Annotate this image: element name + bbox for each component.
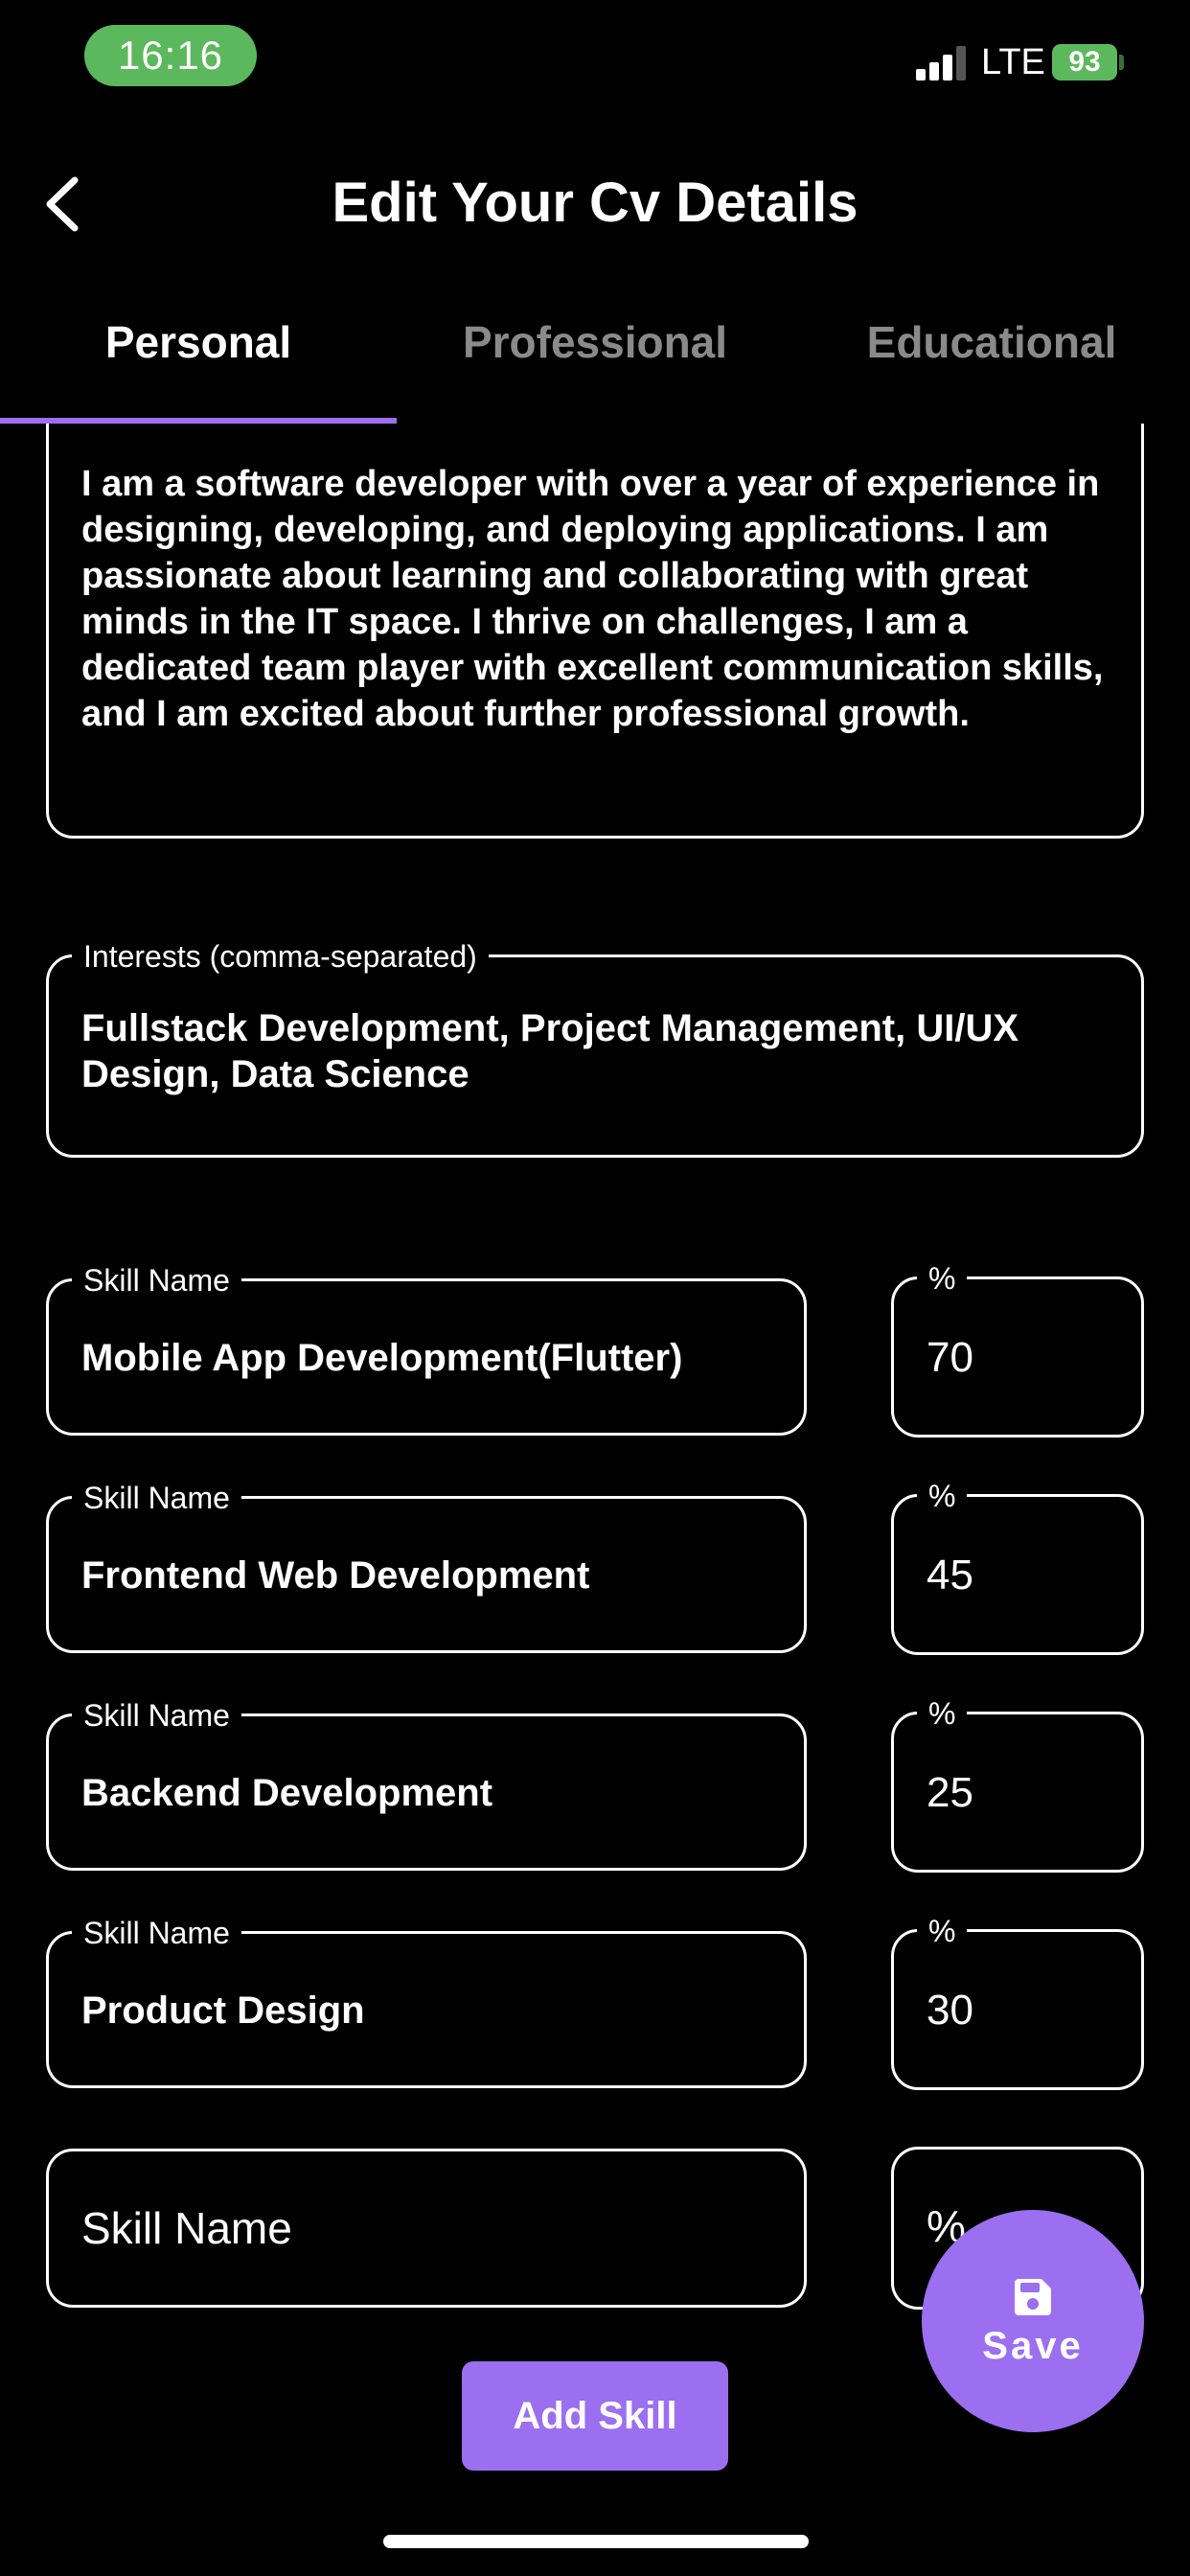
- skill-percent-value: 45: [927, 1552, 973, 1598]
- skill-name-field[interactable]: Skill Name Backend Development: [46, 1699, 807, 1871]
- skill-name-label: Skill Name: [72, 1917, 241, 1949]
- tab-bar: Personal Professional Educational: [0, 316, 1190, 422]
- about-field[interactable]: I am a software developer with over a ye…: [46, 424, 1144, 839]
- new-skill-name-placeholder: Skill Name: [81, 2203, 292, 2253]
- signal-icon: [916, 46, 970, 80]
- interests-value: Fullstack Development, Project Managemen…: [81, 1007, 1019, 1095]
- skill-percent-field[interactable]: % 25: [891, 1697, 1144, 1873]
- page-title: Edit Your Cv Details: [332, 172, 858, 234]
- skill-name-label: Skill Name: [72, 1482, 241, 1514]
- skill-percent-value: 25: [927, 1769, 973, 1816]
- skill-name-field[interactable]: Skill Name Product Design: [46, 1917, 807, 2088]
- skill-name-value: Product Design: [81, 1990, 365, 2032]
- skill-name-field[interactable]: Skill Name Mobile App Development(Flutte…: [46, 1264, 807, 1436]
- skill-name-field[interactable]: Skill Name Frontend Web Development: [46, 1482, 807, 1653]
- skill-name-label: Skill Name: [72, 1699, 241, 1732]
- battery-icon: 93: [1052, 44, 1117, 80]
- network-type: LTE: [981, 42, 1045, 82]
- skill-percent-field[interactable]: % 30: [891, 1915, 1144, 2090]
- skill-name-value: Frontend Web Development: [81, 1554, 590, 1597]
- skill-percent-field[interactable]: % 70: [891, 1262, 1144, 1438]
- interests-field[interactable]: Interests (comma-separated) Fullstack De…: [46, 940, 1144, 1158]
- skill-name-value: Mobile App Development(Flutter): [81, 1337, 683, 1379]
- home-indicator[interactable]: [383, 2535, 809, 2548]
- tab-professional[interactable]: Professional: [397, 316, 793, 422]
- interests-label: Interests (comma-separated): [72, 940, 489, 973]
- skill-percent-field[interactable]: % 45: [891, 1480, 1144, 1655]
- skill-percent-label: %: [917, 1262, 968, 1295]
- save-label: Save: [982, 2324, 1084, 2367]
- edit-cv-screen: 16:16 LTE 93 Edit Your Cv Details Person…: [0, 0, 1190, 2576]
- save-icon: [1015, 2278, 1051, 2315]
- skill-name-label: Skill Name: [72, 1264, 241, 1297]
- status-time: 16:16: [84, 25, 257, 86]
- tab-personal[interactable]: Personal: [0, 316, 397, 422]
- skill-percent-label: %: [917, 1915, 968, 1947]
- battery-tip: [1119, 55, 1124, 70]
- skill-percent-value: 70: [927, 1334, 973, 1381]
- new-skill-name-input[interactable]: Skill Name: [46, 2149, 807, 2308]
- skill-percent-label: %: [917, 1697, 968, 1730]
- add-skill-button[interactable]: Add Skill: [462, 2361, 728, 2471]
- back-button[interactable]: [38, 171, 96, 238]
- about-text: I am a software developer with over a ye…: [81, 464, 1104, 734]
- skill-percent-label: %: [917, 1480, 968, 1512]
- save-button[interactable]: Save: [922, 2210, 1144, 2432]
- skill-name-value: Backend Development: [81, 1772, 493, 1814]
- tab-educational[interactable]: Educational: [793, 316, 1190, 422]
- chevron-left-icon: [46, 176, 79, 232]
- skill-percent-value: 30: [927, 1987, 973, 2034]
